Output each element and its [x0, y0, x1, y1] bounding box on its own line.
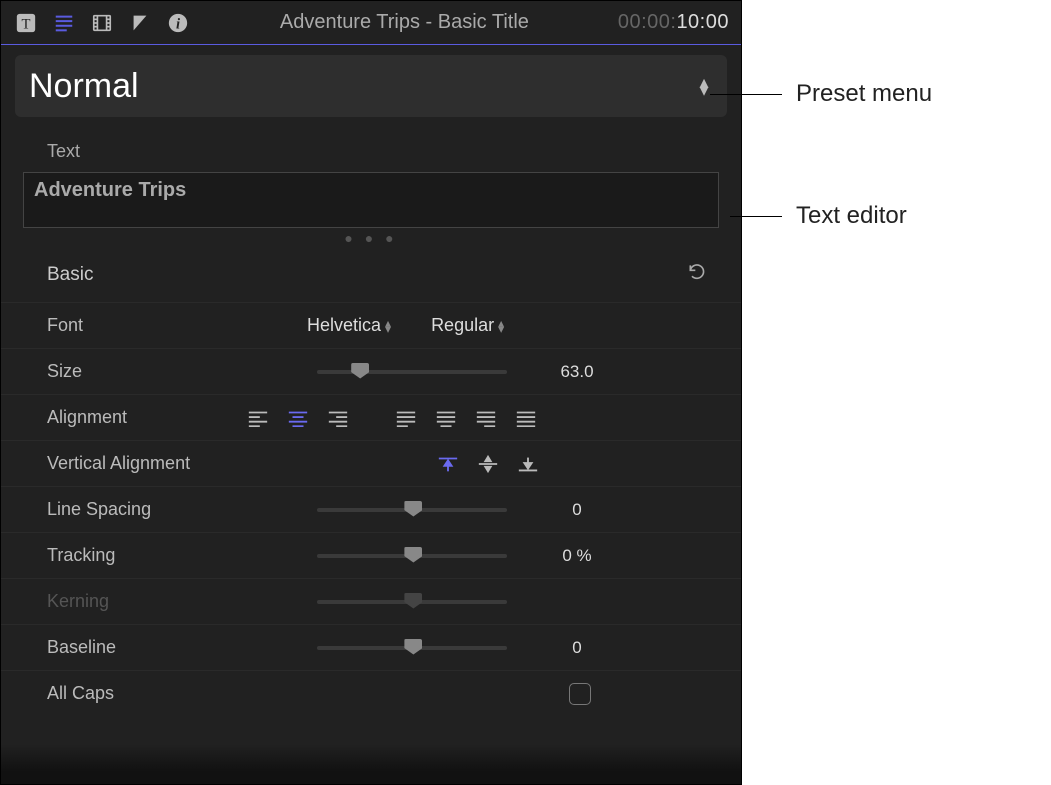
- text-section-label: Text: [1, 123, 741, 172]
- tracking-label: Tracking: [47, 545, 247, 566]
- valign-middle-icon[interactable]: [477, 454, 499, 474]
- inspector-panel: T i Adventure Trips - Basic Title 00:00:…: [0, 0, 742, 785]
- justify-full-icon[interactable]: [515, 408, 537, 428]
- line-spacing-slider[interactable]: [317, 508, 507, 512]
- font-row: Font Helvetica ▴▾ Regular ▴▾: [1, 302, 741, 348]
- timecode-end: 10:00: [676, 11, 729, 33]
- toolbar: T i Adventure Trips - Basic Title 00:00:…: [1, 1, 741, 45]
- justify-left-icon[interactable]: [395, 408, 417, 428]
- reset-icon[interactable]: [687, 262, 707, 288]
- properties-list: Font Helvetica ▴▾ Regular ▴▾ Size 6: [1, 302, 741, 716]
- justify-right-icon[interactable]: [475, 408, 497, 428]
- font-family-value: Helvetica: [307, 315, 381, 336]
- tracking-slider[interactable]: [317, 554, 507, 558]
- justify-center-icon[interactable]: [435, 408, 457, 428]
- text-editor-content: Adventure Trips: [34, 179, 186, 201]
- paragraph-tab-icon[interactable]: [51, 10, 77, 36]
- callout-preset: Preset menu: [710, 80, 932, 108]
- basic-group-label: Basic: [47, 264, 93, 286]
- valign-top-icon[interactable]: [437, 454, 459, 474]
- kerning-label: Kerning: [47, 591, 247, 612]
- vertical-alignment-row: Vertical Alignment: [1, 440, 741, 486]
- font-weight-value: Regular: [431, 315, 494, 336]
- timecode-gray: 00:00:: [618, 11, 677, 33]
- alignment-row: Alignment: [1, 394, 741, 440]
- timecode: 00:00:10:00: [618, 11, 729, 34]
- vertical-alignment-label: Vertical Alignment: [47, 453, 247, 474]
- size-slider[interactable]: [317, 370, 507, 374]
- callout-preset-label: Preset menu: [796, 80, 932, 108]
- callout-text-editor: Text editor: [730, 202, 907, 230]
- info-tab-icon[interactable]: i: [165, 10, 191, 36]
- all-caps-label: All Caps: [47, 683, 247, 704]
- font-label: Font: [47, 315, 247, 336]
- size-label: Size: [47, 361, 247, 382]
- clip-title: Adventure Trips - Basic Title: [203, 11, 606, 34]
- tracking-value[interactable]: 0 %: [517, 546, 637, 566]
- align-right-icon[interactable]: [327, 408, 349, 428]
- all-caps-row: All Caps: [1, 670, 741, 716]
- preset-menu[interactable]: Normal ▴▾: [15, 55, 727, 117]
- callout-text-editor-label: Text editor: [796, 202, 907, 230]
- tracking-row: Tracking 0 %: [1, 532, 741, 578]
- preset-label: Normal: [29, 67, 139, 106]
- size-value[interactable]: 63.0: [517, 362, 637, 382]
- font-weight-select[interactable]: Regular ▴▾: [431, 315, 504, 336]
- font-family-select[interactable]: Helvetica ▴▾: [307, 315, 391, 336]
- baseline-slider[interactable]: [317, 646, 507, 650]
- basic-group-header: Basic: [1, 246, 741, 302]
- line-spacing-label: Line Spacing: [47, 499, 247, 520]
- svg-text:T: T: [22, 16, 31, 32]
- align-center-icon[interactable]: [287, 408, 309, 428]
- video-tab-icon[interactable]: [89, 10, 115, 36]
- chevron-updown-icon: ▴▾: [385, 320, 391, 332]
- text-tab-icon[interactable]: T: [13, 10, 39, 36]
- baseline-value[interactable]: 0: [517, 638, 637, 658]
- alignment-label: Alignment: [47, 407, 247, 428]
- svg-text:i: i: [176, 16, 180, 32]
- baseline-label: Baseline: [47, 637, 247, 658]
- resize-handle-icon[interactable]: ● ● ●: [1, 230, 741, 246]
- bottom-fade: [1, 744, 741, 784]
- size-row: Size 63.0: [1, 348, 741, 394]
- valign-bottom-icon[interactable]: [517, 454, 539, 474]
- kerning-row: Kerning: [1, 578, 741, 624]
- line-spacing-row: Line Spacing 0: [1, 486, 741, 532]
- text-editor[interactable]: Adventure Trips: [23, 172, 719, 228]
- kerning-slider: [317, 600, 507, 604]
- baseline-row: Baseline 0: [1, 624, 741, 670]
- chevron-updown-icon: ▴▾: [498, 320, 504, 332]
- all-caps-checkbox[interactable]: [569, 683, 591, 705]
- line-spacing-value[interactable]: 0: [517, 500, 637, 520]
- marker-tab-icon[interactable]: [127, 10, 153, 36]
- align-left-icon[interactable]: [247, 408, 269, 428]
